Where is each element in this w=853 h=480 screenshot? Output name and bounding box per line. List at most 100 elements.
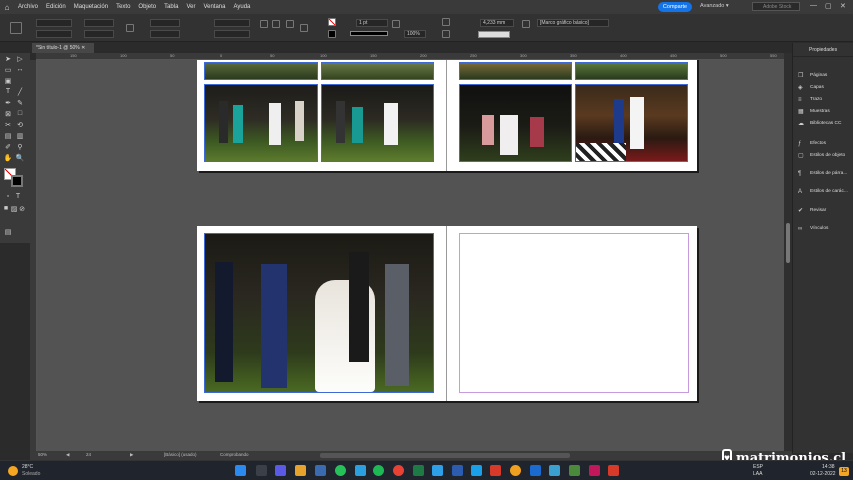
language[interactable]: ESP — [753, 464, 763, 470]
selection-tool-icon[interactable]: ➤ — [3, 55, 13, 63]
scale-y-field[interactable] — [150, 30, 180, 38]
app-icon[interactable] — [549, 465, 560, 476]
mail-icon[interactable] — [355, 465, 366, 476]
apply-none-icon[interactable]: ⊘ — [17, 205, 27, 213]
chrome-alt-icon[interactable] — [510, 465, 521, 476]
next-page-icon[interactable]: ▶ — [130, 452, 133, 458]
rotate-ccw-icon[interactable] — [272, 20, 280, 28]
page-number[interactable]: 24 — [86, 452, 91, 457]
menu-ver[interactable]: Ver — [182, 4, 199, 10]
start-icon[interactable] — [235, 465, 246, 476]
gradient-feather-tool-icon[interactable]: ▥ — [15, 132, 25, 140]
gap-tool-icon[interactable]: ↔ — [15, 66, 25, 73]
page-tool-icon[interactable]: ▭ — [3, 66, 13, 74]
hand-tool-icon[interactable]: ✋ — [3, 154, 13, 162]
stroke-swatch-icon[interactable] — [328, 30, 336, 38]
rectangle-tool-icon[interactable]: □ — [15, 110, 25, 117]
select-container-icon[interactable] — [300, 24, 308, 32]
photo-frame[interactable] — [321, 84, 434, 162]
h-field[interactable] — [84, 30, 114, 38]
menu-edicion[interactable]: Edición — [42, 4, 70, 10]
zoom-level[interactable]: 50% — [38, 452, 47, 457]
panel-item-object-styles[interactable]: ▢ Estilos de objeto — [793, 151, 853, 161]
eyedropper-tool-icon[interactable]: ⚲ — [15, 143, 25, 151]
close-icon[interactable]: ✕ — [840, 2, 846, 10]
panel-item-stroke[interactable]: ≡ Trazo — [793, 95, 853, 105]
panel-item-character-styles[interactable]: A Estilos de carác... — [793, 187, 853, 197]
free-transform-tool-icon[interactable]: ⟲ — [15, 121, 25, 129]
scroll-thumb[interactable] — [786, 223, 790, 263]
zoom-tool-icon[interactable]: 🔍 — [15, 154, 25, 162]
teams-icon[interactable] — [275, 465, 286, 476]
weather-sun-icon[interactable] — [8, 466, 18, 476]
opacity-field[interactable]: 100% — [404, 30, 426, 38]
pen-tool-icon[interactable]: ✒ — [3, 99, 13, 107]
keyboard-layout[interactable]: LAA — [753, 471, 762, 477]
document-tab[interactable]: *Sin título-1 @ 50% ✕ — [32, 43, 94, 53]
photo-frame[interactable] — [321, 62, 434, 80]
home-icon[interactable]: ⌂ — [0, 0, 14, 14]
stroke-type-select[interactable] — [350, 31, 388, 36]
file-explorer-icon[interactable] — [295, 465, 306, 476]
panel-item-layers[interactable]: ◈ Capas — [793, 83, 853, 93]
menu-tabla[interactable]: Tabla — [160, 4, 182, 10]
minimize-icon[interactable]: — — [810, 2, 817, 9]
constrain-icon[interactable] — [126, 24, 134, 32]
y-field[interactable] — [36, 30, 72, 38]
menu-ayuda[interactable]: Ayuda — [229, 4, 254, 10]
app-icon[interactable] — [608, 465, 619, 476]
line-tool-icon[interactable]: ╱ — [15, 88, 25, 96]
note-tool-icon[interactable]: ✐ — [3, 143, 13, 151]
search-icon[interactable] — [256, 465, 267, 476]
type-tool-icon[interactable]: T — [3, 88, 13, 95]
horizontal-scrollbar[interactable] — [320, 453, 570, 458]
corner-options-icon[interactable] — [522, 20, 530, 28]
formatting-container-icon[interactable]: ▫ — [3, 193, 13, 200]
acrobat-icon[interactable] — [490, 465, 501, 476]
x-field[interactable] — [36, 19, 72, 27]
panel-item-effects[interactable]: ƒ Efectos — [793, 139, 853, 149]
stroke-icon[interactable] — [392, 20, 400, 28]
edge-icon[interactable] — [432, 465, 443, 476]
word-icon[interactable] — [452, 465, 463, 476]
fit-content-icon[interactable] — [442, 30, 450, 38]
app-icon[interactable] — [471, 465, 482, 476]
chrome-icon[interactable] — [393, 465, 404, 476]
pencil-tool-icon[interactable]: ✎ — [15, 99, 25, 107]
preflight-status[interactable]: Comprobando — [220, 452, 249, 457]
content-collector-icon[interactable]: ▣ — [3, 77, 13, 85]
excel-icon[interactable] — [413, 465, 424, 476]
panel-item-paragraph-styles[interactable]: ¶ Estilos de párra... — [793, 169, 853, 179]
fill-swatch-icon[interactable] — [328, 18, 336, 26]
w-field[interactable] — [84, 19, 114, 27]
flip-icon[interactable] — [286, 20, 294, 28]
maximize-icon[interactable]: ▢ — [825, 2, 832, 10]
notification-badge[interactable]: 13 — [839, 467, 849, 476]
workspace-switcher[interactable]: Avanzado ▾ — [700, 3, 729, 9]
scale-x-field[interactable] — [150, 19, 180, 27]
menu-objeto[interactable]: Objeto — [134, 4, 160, 10]
menu-ventana[interactable]: Ventana — [199, 4, 229, 10]
menu-texto[interactable]: Texto — [112, 4, 134, 10]
whatsapp-icon[interactable] — [335, 465, 346, 476]
photo-frame[interactable] — [204, 233, 434, 393]
shear-field[interactable] — [214, 30, 250, 38]
app-icon[interactable] — [569, 465, 580, 476]
formatting-text-icon[interactable]: T — [13, 193, 23, 200]
fit-frame-icon[interactable] — [442, 18, 450, 26]
share-button[interactable]: Comparte — [658, 2, 692, 12]
rectangle-frame-tool-icon[interactable]: ⊠ — [3, 110, 13, 118]
photo-frame[interactable] — [459, 62, 572, 80]
panel-item-review[interactable]: ✔ Revisar — [793, 206, 853, 216]
spread-bottom[interactable] — [197, 226, 697, 401]
rotate-cw-icon[interactable] — [260, 20, 268, 28]
vertical-scrollbar[interactable] — [784, 53, 792, 453]
spread-top[interactable] — [197, 60, 697, 171]
security-icon[interactable] — [315, 465, 326, 476]
photo-frame[interactable] — [459, 84, 572, 162]
gradient-tool-icon[interactable]: ▤ — [3, 132, 13, 140]
rotate-field[interactable] — [214, 19, 250, 27]
panel-item-links[interactable]: ∞ Vínculos — [793, 224, 853, 234]
screen-mode-icon[interactable]: ▤ — [3, 228, 13, 236]
panel-item-pages[interactable]: ❐ Páginas — [793, 71, 853, 81]
